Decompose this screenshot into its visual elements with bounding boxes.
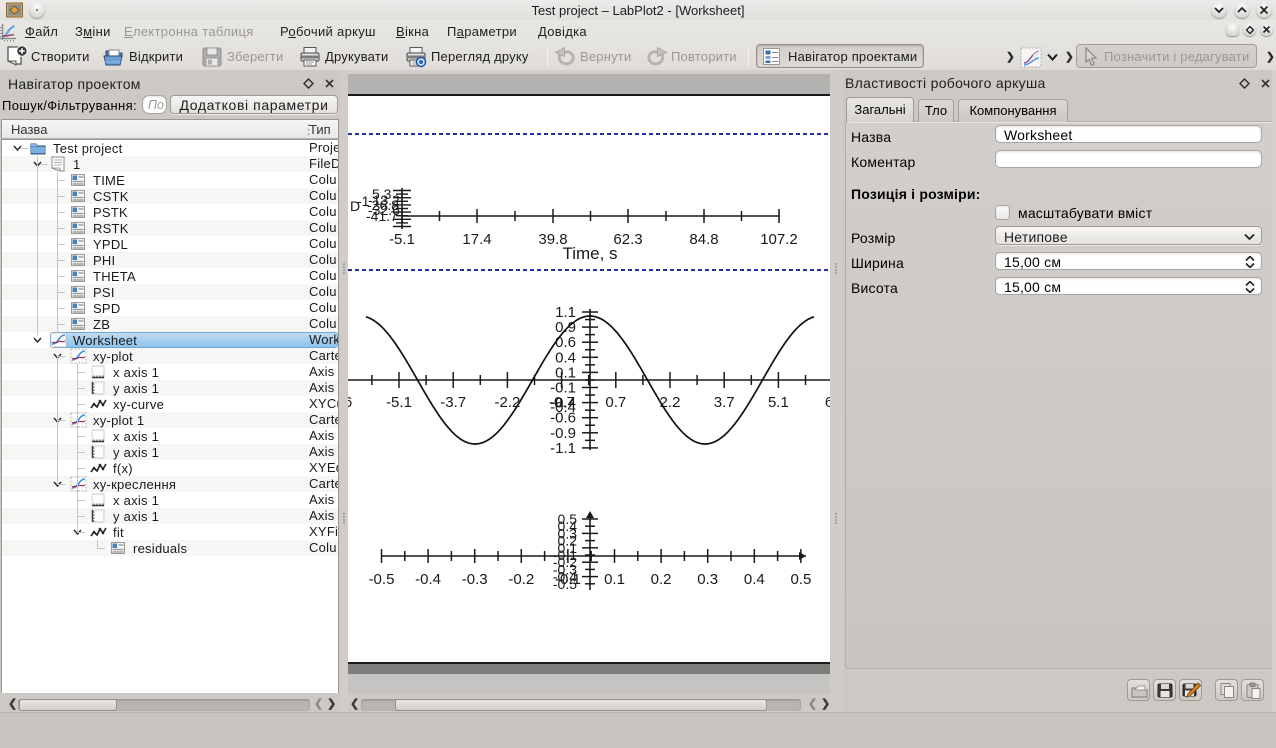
svg-text:6: 6 <box>825 394 830 411</box>
svg-text:-0.3: -0.3 <box>462 571 488 588</box>
svg-text:-0.2: -0.2 <box>508 571 534 588</box>
svg-text:62.3: 62.3 <box>613 231 642 248</box>
svg-text:-3.7: -3.7 <box>440 394 466 411</box>
svg-text:-1: -1 <box>357 193 370 209</box>
svg-text:6: 6 <box>348 394 352 411</box>
svg-text:2.2: 2.2 <box>660 394 681 411</box>
svg-text:84.8: 84.8 <box>689 231 718 248</box>
svg-text:0.7: 0.7 <box>605 394 626 411</box>
svg-text:3.7: 3.7 <box>714 394 735 411</box>
svg-text:-0.4: -0.4 <box>415 571 441 588</box>
svg-text:5.1: 5.1 <box>768 394 789 411</box>
svg-text:0.1: 0.1 <box>604 571 625 588</box>
svg-text:17.4: 17.4 <box>462 231 491 248</box>
svg-text:-5.1: -5.1 <box>386 394 412 411</box>
svg-text:-0.5: -0.5 <box>369 571 395 588</box>
svg-text:-41.7: -41.7 <box>366 208 398 224</box>
svg-text:-0.4: -0.4 <box>550 399 576 416</box>
svg-text:-0.5: -0.5 <box>553 576 577 592</box>
svg-text:0.4: 0.4 <box>744 571 765 588</box>
svg-text:107.2: 107.2 <box>760 231 798 248</box>
svg-text:0.5: 0.5 <box>790 571 811 588</box>
svg-text:-5.1: -5.1 <box>389 231 415 248</box>
svg-text:-1.1: -1.1 <box>550 440 576 457</box>
svg-text:0.3: 0.3 <box>697 571 718 588</box>
svg-text:0.2: 0.2 <box>651 571 672 588</box>
svg-text:Time, s: Time, s <box>562 244 617 263</box>
